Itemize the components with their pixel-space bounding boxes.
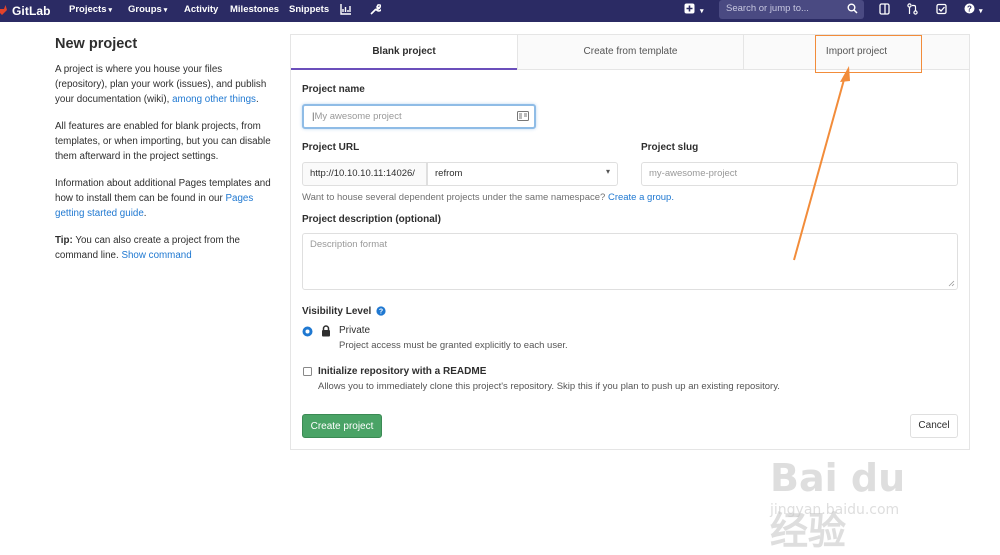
namespace-hint-text: Want to house several dependent projects… [302, 192, 608, 203]
nav-projects-label: Projects [69, 4, 107, 15]
lock-icon [322, 325, 330, 337]
watermark-url: jingyan.baidu.com [770, 502, 900, 518]
import-project-highlight [815, 35, 922, 73]
readme-label[interactable]: Initialize repository with a README [318, 366, 486, 377]
chart-icon[interactable] [340, 3, 352, 15]
gitlab-logo-icon[interactable] [0, 4, 8, 16]
intro-paragraph: A project is where you house your files … [55, 62, 273, 107]
project-name-label: Project name [302, 84, 365, 95]
description-placeholder: Description format [310, 239, 388, 250]
create-project-button[interactable]: Create project [302, 414, 382, 438]
wrench-icon[interactable] [369, 3, 381, 15]
new-project-intro: New project A project is where you house… [55, 34, 273, 275]
among-other-things-link[interactable]: among other things [172, 94, 256, 105]
plus-square-icon[interactable] [684, 3, 695, 14]
search-placeholder: Search or jump to... [726, 3, 809, 14]
private-radio[interactable] [302, 326, 313, 337]
chevron-down-icon: ▾ [605, 167, 610, 176]
nav-projects[interactable]: Projects ▾ [69, 4, 112, 15]
features-paragraph: All features are enabled for blank proje… [55, 121, 271, 162]
merge-request-icon[interactable] [907, 3, 918, 15]
namespace-value: refrom [435, 168, 463, 179]
project-url-prefix: http://10.10.10.11:14026/ [302, 162, 427, 186]
chevron-down-icon: ▾ [163, 7, 168, 14]
readme-description: Allows you to immediately clone this pro… [318, 381, 780, 392]
tab-blank-project[interactable]: Blank project [291, 35, 517, 70]
pages-paragraph: Information about additional Pages templ… [55, 176, 273, 221]
create-group-link[interactable]: Create a group. [608, 192, 674, 203]
project-description-label: Project description (optional) [302, 214, 441, 225]
page-title: New project [55, 36, 138, 52]
tab-create-from-template[interactable]: Create from template [517, 35, 743, 70]
chevron-down-icon[interactable]: ▾ [698, 5, 704, 16]
namespace-hint: Want to house several dependent projects… [302, 192, 674, 203]
project-slug-input[interactable]: my-awesome-project [641, 162, 958, 186]
project-slug-label: Project slug [641, 142, 699, 153]
nav-milestones[interactable]: Milestones [230, 4, 279, 15]
nav-groups-label: Groups [128, 4, 162, 15]
new-project-panel: Blank project Create from template Impor… [290, 34, 970, 450]
project-description-input[interactable]: Description format [302, 233, 958, 290]
brand-name[interactable]: GitLab [12, 4, 51, 18]
nav-activity[interactable]: Activity [184, 4, 218, 15]
todo-check-icon[interactable] [936, 3, 947, 15]
question-circle-icon[interactable]: ? [376, 306, 386, 316]
svg-text:?: ? [379, 309, 383, 316]
nav-groups[interactable]: Groups ▾ [128, 4, 167, 15]
visibility-level-label: Visibility Level ? [302, 304, 386, 317]
project-url-label: Project URL [302, 142, 360, 153]
top-navbar: GitLab Projects ▾ Groups ▾ Activity Milest… [0, 0, 1000, 22]
visibility-private-label[interactable]: Private [339, 325, 370, 336]
project-name-input[interactable]: |My awesome project [302, 104, 536, 129]
cancel-button[interactable]: Cancel [910, 414, 958, 438]
tip-label: Tip: [55, 235, 73, 246]
visibility-level-text: Visibility Level [302, 306, 372, 317]
namespace-select[interactable]: refrom ▾ [427, 162, 618, 186]
search-input[interactable]: Search or jump to... [719, 0, 864, 19]
baidu-watermark: Bai du 经验 jingyan.baidu.com [770, 440, 950, 553]
project-name-placeholder: My awesome project [314, 111, 402, 122]
nav-snippets[interactable]: Snippets [289, 4, 329, 15]
readme-checkbox[interactable] [303, 367, 312, 376]
search-icon [847, 3, 858, 14]
tip-paragraph: Tip: You can also create a project from … [55, 233, 273, 263]
visibility-private-description: Project access must be granted explicitl… [339, 340, 568, 351]
help-icon[interactable]: ? [964, 3, 975, 14]
svg-text:?: ? [967, 4, 972, 13]
pages-end: . [143, 208, 147, 219]
show-command-link[interactable]: Show command [121, 250, 191, 261]
chevron-down-icon[interactable]: ▾ [977, 5, 983, 16]
sidebar-toggle-icon[interactable] [879, 3, 890, 15]
intro-end: . [255, 94, 259, 105]
chevron-down-icon: ▾ [108, 7, 113, 14]
autofill-card-icon[interactable] [517, 111, 529, 121]
resize-handle-icon[interactable] [948, 280, 955, 287]
